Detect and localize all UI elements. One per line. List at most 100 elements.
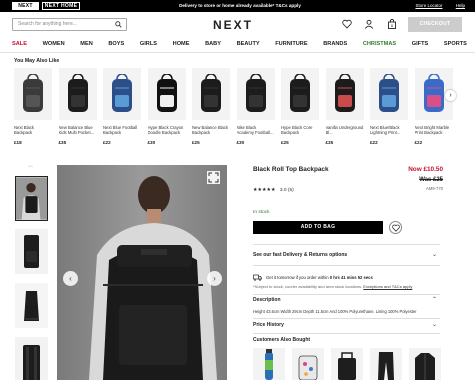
delivery-returns-link[interactable]: See our fast Delivery & Returns options (253, 252, 347, 259)
stock-status: In stock (253, 210, 270, 215)
delivery-countdown-prefix: Get it tomorrow if you order within (266, 275, 330, 280)
recommend-product-price: £18 (14, 140, 22, 145)
recommend-product-name[interactable]: Hype Black Crayon Doodle Backpack (148, 125, 186, 135)
search-input[interactable]: Search for anything here... (12, 18, 127, 31)
recommend-product-card[interactable]: Next Blue/Black Lightning Print... £22 (370, 68, 408, 146)
chevron-down-icon[interactable]: ⌄ (432, 322, 437, 329)
zoom-expand-icon[interactable] (207, 171, 220, 184)
gallery-next-arrow[interactable]: › (207, 271, 222, 286)
brand-next-tab[interactable]: NEXT (12, 2, 39, 10)
model-with-backpack-icon (57, 165, 227, 380)
recommend-product-price: £35 (58, 140, 67, 145)
gallery-thumb[interactable] (15, 337, 48, 380)
nav-item-sports[interactable]: SPORTS (444, 40, 467, 48)
heart-icon (391, 224, 400, 232)
main-product-image[interactable] (57, 165, 227, 380)
description-heading[interactable]: Description (253, 297, 281, 304)
recommend-product-name[interactable]: New Balance Black Backpack (192, 125, 230, 135)
recommend-product-name[interactable]: Next Black Backpack (14, 125, 52, 135)
nav-item-furniture[interactable]: FURNITURE (275, 40, 307, 48)
next-logo[interactable]: NEXT (213, 18, 253, 32)
nav-item-men[interactable]: MEN (80, 40, 92, 48)
product-code: AM9-770 (426, 186, 443, 191)
recommend-product-card[interactable]: Vanilla Underground Bl... £35 (325, 68, 364, 146)
promo-banner[interactable]: Delivery to store or home already availa… (170, 0, 310, 12)
recommend-product-image[interactable] (236, 68, 275, 120)
also-bought-item[interactable] (370, 348, 402, 380)
recommend-product-image[interactable] (14, 68, 52, 120)
backpack-blue-icon (112, 74, 132, 112)
thumbs-up-chevron-icon[interactable]: ︿ (28, 162, 33, 169)
nav-item-beauty[interactable]: BEAUTY (237, 40, 260, 48)
checkout-button[interactable]: CHECKOUT (408, 17, 462, 32)
nav-item-boys[interactable]: BOYS (108, 40, 124, 48)
backpack-print-icon (334, 74, 355, 112)
recommend-product-image[interactable] (103, 68, 141, 120)
rating-row[interactable]: ★★★★★ 3.0 (5) (253, 188, 294, 194)
wishlist-button[interactable] (389, 221, 402, 234)
gallery-thumb[interactable] (15, 283, 48, 328)
nav-item-brands[interactable]: BRANDS (323, 40, 347, 48)
add-to-bag-button[interactable]: ADD TO BAG (253, 221, 383, 234)
chevron-up-icon[interactable]: ⌃ (432, 297, 437, 304)
bag-icon[interactable]: 0 (387, 19, 397, 29)
gallery-thumb[interactable] (15, 229, 48, 274)
also-bought-item[interactable] (253, 348, 285, 380)
recommend-product-card[interactable]: Next Black Backpack £18 (14, 68, 52, 146)
recommend-product-card[interactable]: Next Bright Marble Print Backpack £22 (414, 68, 453, 146)
recommend-product-image[interactable] (325, 68, 364, 120)
recommend-product-name[interactable]: New Balance Blue Kids Multi Pocket... (59, 125, 97, 135)
gallery-thumb[interactable] (15, 176, 48, 221)
account-icon[interactable] (364, 19, 374, 29)
rating-stars: ★★★★★ (253, 188, 276, 193)
recommend-product-name[interactable]: Next Bright Marble Print Backpack (415, 125, 453, 135)
recommend-product-card[interactable]: Hype Black Core Backpack £25 (281, 68, 319, 146)
divider (253, 294, 440, 295)
also-bought-item[interactable] (409, 348, 441, 380)
now-price: Now £10.50 (408, 166, 443, 173)
store-locator-link[interactable]: Store Locator (415, 3, 442, 8)
also-bought-item[interactable] (292, 348, 324, 380)
search-icon[interactable] (115, 21, 122, 28)
recommend-product-image[interactable] (370, 68, 408, 120)
delivery-countdown-time: 0 hrs 41 mins 52 secs (329, 275, 373, 280)
nav-item-christmas[interactable]: CHRISTMAS (363, 40, 396, 48)
nav-item-sale[interactable]: SALE (12, 40, 27, 48)
nav-item-women[interactable]: WOMEN (43, 40, 65, 48)
recommend-product-image[interactable] (192, 68, 230, 120)
recommend-product-card[interactable]: Nike Black Academy Football... £30 (236, 68, 275, 146)
backpack-marble-icon (423, 74, 444, 112)
help-link[interactable]: Help (456, 3, 465, 8)
rating-text[interactable]: 3.0 (5) (280, 188, 294, 193)
nav-item-home[interactable]: HOME (173, 40, 190, 48)
nav-item-gifts[interactable]: GIFTS (412, 40, 428, 48)
heart-icon[interactable] (342, 19, 352, 29)
recommend-product-card[interactable]: Hype Black Crayon Doodle Backpack £30 (147, 68, 186, 146)
chevron-down-icon[interactable]: ⌄ (432, 252, 437, 259)
recommend-product-image[interactable] (58, 68, 97, 120)
price-history-heading[interactable]: Price History (253, 322, 284, 329)
recommend-product-name[interactable]: Hype Black Core Backpack (281, 125, 319, 135)
nav-item-baby[interactable]: BABY (205, 40, 221, 48)
recommend-product-price: £30 (236, 140, 245, 145)
recommend-product-card[interactable]: New Balance Black Backpack £25 (192, 68, 230, 146)
recommend-product-image[interactable] (147, 68, 186, 120)
exceptions-link[interactable]: Exceptions and T&Cs apply (363, 284, 412, 289)
backpack-blue-icon (379, 74, 399, 112)
you-may-also-like-title: You May Also Like (14, 58, 60, 64)
divider (253, 265, 440, 266)
recommend-product-name[interactable]: Next Blue/Black Lightning Print... (370, 125, 408, 135)
recommend-product-card[interactable]: Next Blue Football Backpack £22 (103, 68, 141, 146)
search-placeholder: Search for anything here... (18, 21, 77, 27)
carousel-next-arrow[interactable]: › (445, 90, 456, 101)
was-price: Was £25 (419, 177, 443, 183)
recommend-product-name[interactable]: Next Blue Football Backpack (103, 125, 141, 135)
recommend-product-name[interactable]: Vanilla Underground Bl... (326, 125, 364, 135)
recommend-product-card[interactable]: New Balance Blue Kids Multi Pocket... £35 (58, 68, 97, 146)
recommend-product-name[interactable]: Nike Black Academy Football... (237, 125, 275, 135)
nav-item-girls[interactable]: GIRLS (140, 40, 157, 48)
recommend-product-image[interactable] (281, 68, 319, 120)
brand-next-home-tab[interactable]: NEXT HOME (42, 2, 80, 10)
gallery-prev-arrow[interactable]: ‹ (63, 271, 78, 286)
also-bought-item[interactable] (331, 348, 363, 380)
